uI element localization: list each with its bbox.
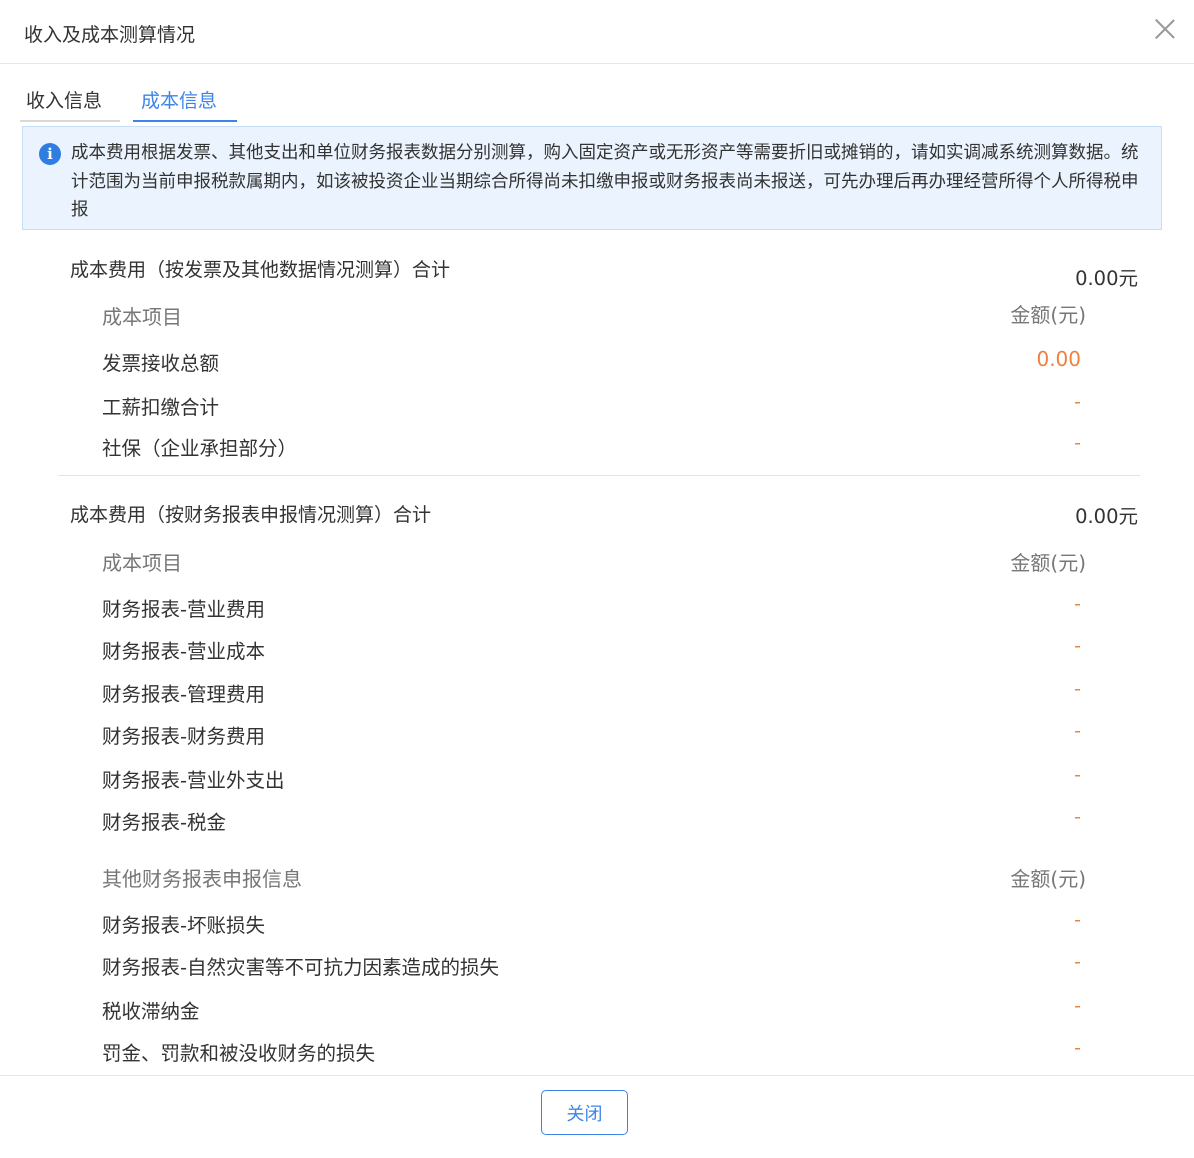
section-invoice-title: 成本费用（按发票及其他数据情况测算）合计 — [70, 259, 451, 281]
other-info-header: 其他财务报表申报信息 — [102, 867, 302, 891]
info-icon: i — [39, 143, 61, 165]
row-label: 发票接收总额 — [102, 352, 220, 375]
row-label: 税收滞纳金 — [102, 1000, 200, 1023]
row-label: 罚金、罚款和被没收财务的损失 — [102, 1042, 376, 1065]
amount-header: 金额(元) — [1010, 551, 1086, 575]
close-button[interactable]: 关闭 — [541, 1090, 628, 1135]
section-financial-total: 0.00元 — [1075, 505, 1138, 528]
row-value: - — [1074, 951, 1081, 973]
row-value: 0.00 — [1036, 347, 1081, 371]
row-label: 财务报表-营业成本 — [102, 640, 266, 663]
section-financial-title: 成本费用（按财务报表申报情况测算）合计 — [70, 504, 432, 526]
tab-cost-info[interactable]: 成本信息 — [133, 80, 237, 122]
notice-banner: i 成本费用根据发票、其他支出和单位财务报表数据分别测算，购入固定资产或无形资产… — [22, 126, 1162, 230]
row-value: - — [1074, 593, 1081, 615]
section-invoice-total: 0.00元 — [1075, 267, 1138, 290]
cost-item-header: 成本项目 — [102, 305, 182, 329]
row-label: 财务报表-自然灾害等不可抗力因素造成的损失 — [102, 956, 500, 979]
tab-income-info[interactable]: 收入信息 — [20, 80, 120, 122]
close-icon[interactable] — [1152, 16, 1178, 42]
row-value: - — [1074, 764, 1081, 786]
row-value: - — [1074, 995, 1081, 1017]
dialog-footer: 关闭 — [0, 1075, 1194, 1158]
amount-header: 金额(元) — [1010, 303, 1086, 327]
row-label: 财务报表-营业外支出 — [102, 769, 285, 792]
row-value: - — [1074, 678, 1081, 700]
row-label: 财务报表-营业费用 — [102, 598, 266, 621]
row-label: 财务报表-管理费用 — [102, 683, 266, 706]
row-value: - — [1074, 720, 1081, 742]
dialog-title: 收入及成本测算情况 — [24, 24, 196, 46]
row-value: - — [1074, 806, 1081, 828]
row-value: - — [1074, 1037, 1081, 1059]
amount-header: 金额(元) — [1010, 867, 1086, 891]
dialog-header: 收入及成本测算情况 — [0, 0, 1194, 64]
row-label: 财务报表-财务费用 — [102, 725, 266, 748]
notice-text: 成本费用根据发票、其他支出和单位财务报表数据分别测算，购入固定资产或无形资产等需… — [71, 143, 1139, 220]
row-label: 社保（企业承担部分） — [102, 437, 298, 460]
cost-item-header: 成本项目 — [102, 551, 182, 575]
row-value: - — [1074, 391, 1081, 413]
row-value: - — [1074, 909, 1081, 931]
row-value: - — [1074, 635, 1081, 657]
row-label: 财务报表-税金 — [102, 811, 227, 834]
row-value: - — [1074, 432, 1081, 454]
section-divider — [58, 475, 1140, 476]
row-label: 工薪扣缴合计 — [102, 396, 220, 419]
row-label: 财务报表-坏账损失 — [102, 914, 266, 937]
